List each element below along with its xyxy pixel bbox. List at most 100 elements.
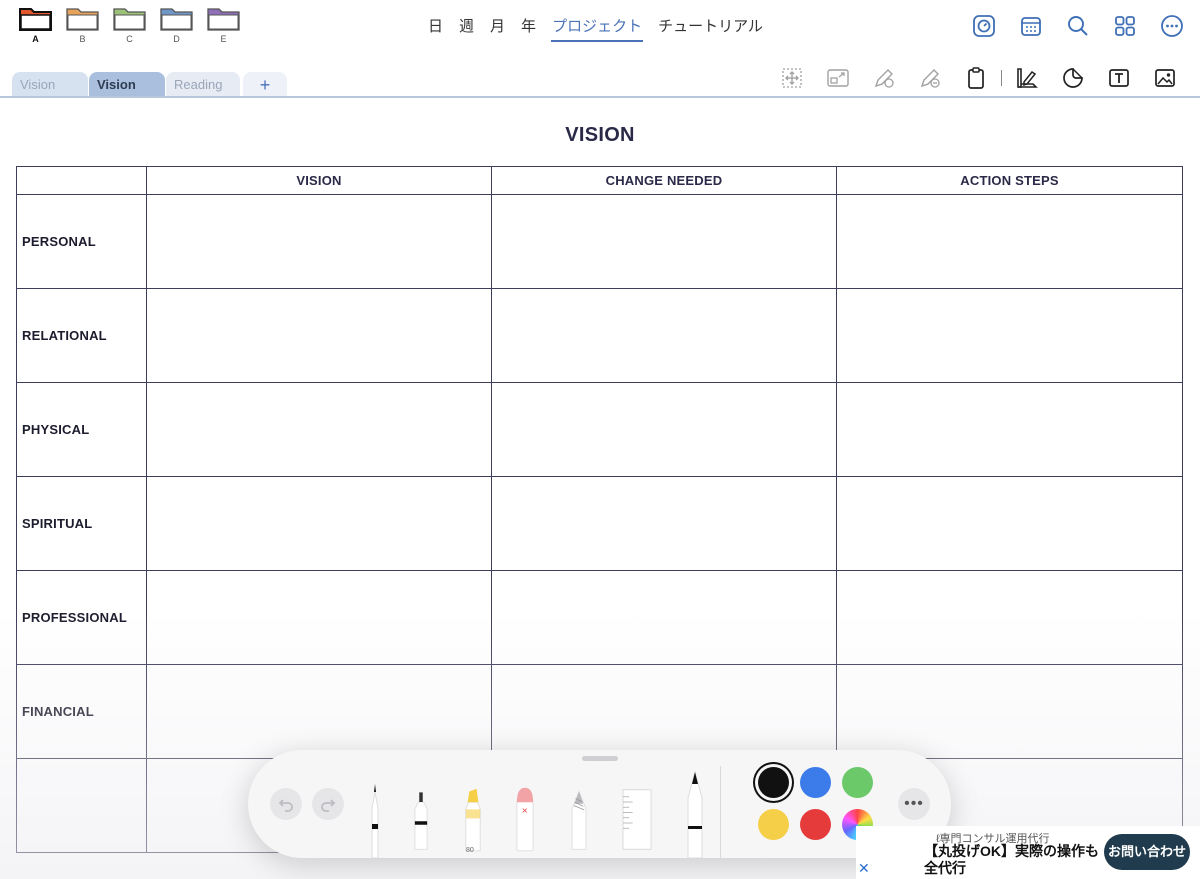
ad-contact-button[interactable]: お問い合わせ: [1104, 834, 1190, 870]
tab-year[interactable]: 年: [513, 14, 544, 42]
undo-icon: [278, 799, 293, 812]
sticker-icon[interactable]: [1058, 63, 1088, 93]
table-row: PERSONAL: [16, 194, 1183, 289]
table-cell[interactable]: [491, 382, 837, 477]
row-label-relational: RELATIONAL: [16, 288, 147, 383]
ad-close-icon[interactable]: ✕: [858, 860, 870, 877]
table-cell[interactable]: [836, 194, 1183, 289]
resize-icon[interactable]: [823, 63, 853, 93]
highlighter-width-label: 80: [466, 847, 474, 854]
folder-a[interactable]: A: [18, 4, 53, 44]
marker-tool[interactable]: [684, 768, 706, 858]
palette-more-button[interactable]: •••: [898, 788, 930, 820]
folder-d[interactable]: D: [159, 4, 194, 44]
table-cell[interactable]: [491, 570, 837, 665]
row-label-professional: PROFESSIONAL: [16, 570, 147, 665]
table-cell[interactable]: [836, 664, 1183, 759]
pen-tool[interactable]: [368, 778, 390, 858]
tool-divider: [1001, 70, 1002, 86]
palette-divider: [720, 766, 721, 858]
redo-icon: [321, 799, 336, 812]
pen-settings-icon[interactable]: [869, 63, 899, 93]
color-swatch-red[interactable]: [800, 809, 831, 840]
document-tab-row: Vision Vision Reading L +: [0, 56, 1200, 118]
page-title: VISION: [565, 124, 635, 146]
doc-tab-reading[interactable]: Reading L: [166, 72, 240, 118]
table-row: RELATIONAL: [16, 288, 1183, 383]
page-tools: [777, 63, 1180, 93]
folder-b[interactable]: B: [65, 4, 100, 44]
tab-month[interactable]: 月: [482, 14, 513, 42]
table-header-row: VISION CHANGE NEEDED ACTION STEPS: [16, 166, 1183, 195]
color-swatch-blue[interactable]: [800, 767, 831, 798]
calendar-icon[interactable]: [1016, 11, 1045, 40]
redo-button[interactable]: [312, 788, 344, 820]
folder-list: A B C D E: [18, 4, 241, 44]
table-cell[interactable]: [146, 476, 492, 571]
tab-project[interactable]: プロジェクト: [544, 14, 650, 42]
more-icon[interactable]: [1157, 11, 1186, 40]
tool-palette: 80 × •••: [248, 750, 951, 858]
timer-icon[interactable]: [969, 11, 998, 40]
pen-erase-icon[interactable]: [915, 63, 945, 93]
ruler-pencil-icon[interactable]: [1012, 63, 1042, 93]
tab-day[interactable]: 日: [420, 14, 451, 42]
color-swatch-yellow[interactable]: [758, 809, 789, 840]
table-cell[interactable]: [491, 664, 837, 759]
select-move-icon[interactable]: [777, 63, 807, 93]
folder-icon: [66, 8, 99, 31]
clipboard-icon[interactable]: [961, 63, 991, 93]
table-cell[interactable]: [836, 570, 1183, 665]
highlighter-tool[interactable]: 80: [462, 786, 484, 858]
svg-text:×: ×: [521, 805, 528, 815]
table-cell[interactable]: [491, 476, 837, 571]
fineliner-tool[interactable]: [410, 788, 432, 858]
doc-tab-vision-active[interactable]: Vision: [89, 72, 165, 98]
doc-tab-vision[interactable]: Vision: [12, 72, 88, 98]
column-header: [16, 166, 147, 195]
undo-button[interactable]: [270, 788, 302, 820]
color-swatch-green[interactable]: [842, 767, 873, 798]
table-cell[interactable]: [146, 570, 492, 665]
color-swatch-black[interactable]: [758, 767, 789, 798]
folder-icon: [113, 8, 146, 31]
folder-label: E: [220, 34, 227, 44]
table-cell[interactable]: [146, 288, 492, 383]
table-row: FINANCIAL: [16, 664, 1183, 759]
table-row: SPIRITUAL: [16, 476, 1183, 571]
ruler-tool[interactable]: [620, 788, 654, 858]
table-cell[interactable]: [146, 664, 492, 759]
folder-e[interactable]: E: [206, 4, 241, 44]
image-icon[interactable]: [1150, 63, 1180, 93]
ad-banner[interactable]: ℓ専門コンサル運用代行 【丸投げOK】実際の操作も全代行 ✕ お問い合わせ: [856, 826, 1200, 879]
table-cell[interactable]: [836, 476, 1183, 571]
table-cell[interactable]: [836, 288, 1183, 383]
table-cell[interactable]: [491, 288, 837, 383]
row-label-physical: PHYSICAL: [16, 382, 147, 477]
folder-label: D: [173, 34, 180, 44]
tab-week[interactable]: 週: [451, 14, 482, 42]
table-cell[interactable]: [146, 382, 492, 477]
folder-label: B: [79, 34, 86, 44]
top-icons: [969, 11, 1186, 40]
table-row: PHYSICAL: [16, 382, 1183, 477]
column-header-action-steps: ACTION STEPS: [836, 166, 1183, 195]
table-cell[interactable]: [491, 194, 837, 289]
pencil-tool[interactable]: [568, 788, 590, 858]
table-cell[interactable]: [836, 382, 1183, 477]
add-tab-button[interactable]: +: [243, 72, 287, 98]
row-label-empty: [16, 758, 147, 853]
document-tabs: Vision Vision Reading L +: [12, 72, 288, 118]
eraser-tool[interactable]: ×: [514, 786, 536, 858]
row-label-financial: FINANCIAL: [16, 664, 147, 759]
drawing-tools: 80 ×: [368, 760, 718, 858]
folder-c[interactable]: C: [112, 4, 147, 44]
text-box-icon[interactable]: [1104, 63, 1134, 93]
tab-tutorial[interactable]: チュートリアル: [650, 14, 771, 42]
row-label-spiritual: SPIRITUAL: [16, 476, 147, 571]
table-row: PROFESSIONAL: [16, 570, 1183, 665]
search-icon[interactable]: [1063, 11, 1092, 40]
table-cell[interactable]: [146, 194, 492, 289]
grid-icon[interactable]: [1110, 11, 1139, 40]
folder-icon: [207, 8, 240, 31]
